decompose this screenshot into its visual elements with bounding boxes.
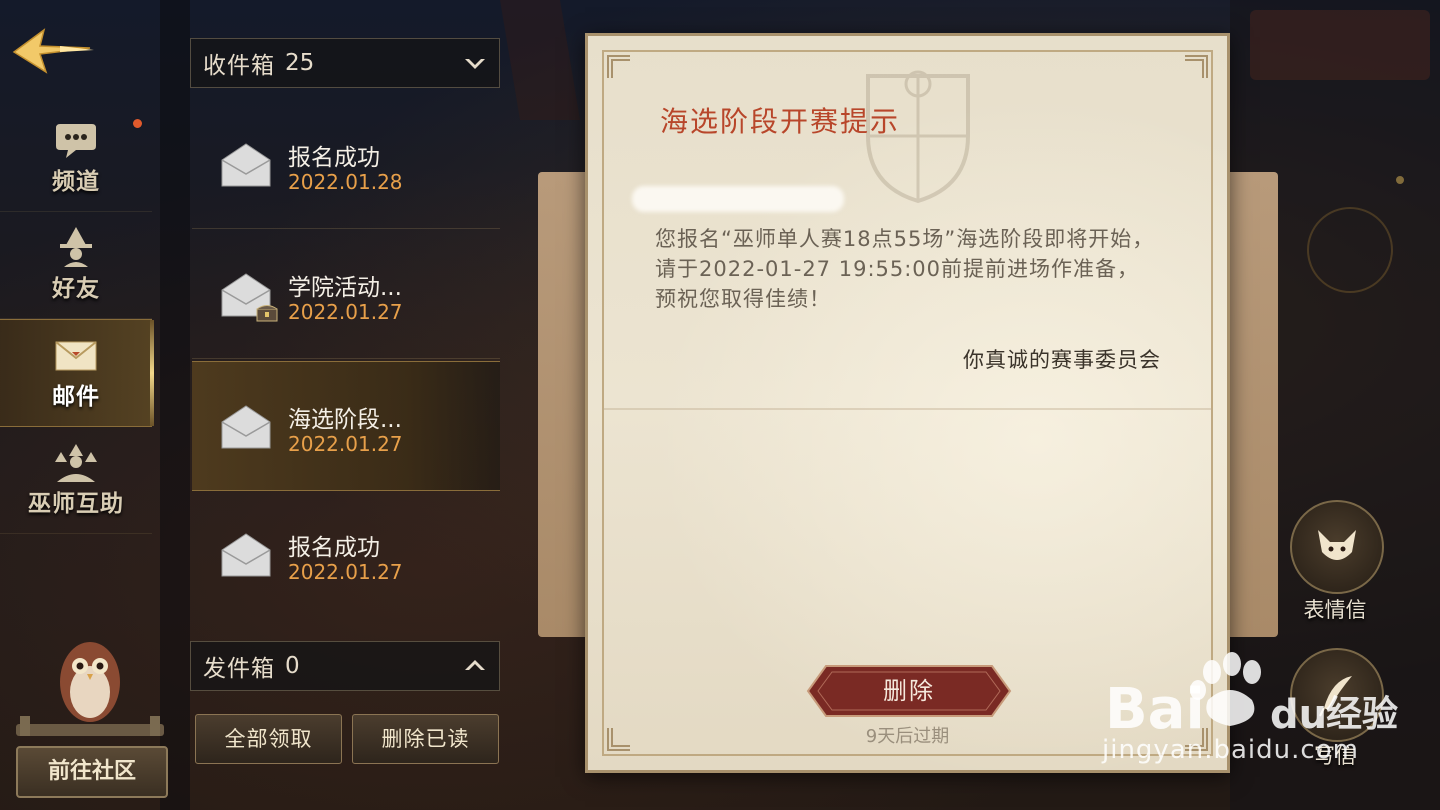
chat-bubble-icon [53, 120, 99, 160]
nav-label: 邮件 [52, 384, 100, 410]
side-nav: 频道 好友 邮件 巫师互助 [0, 105, 154, 534]
mail-title: 报名成功 [288, 535, 380, 561]
mail-title: 学院活动... [288, 275, 402, 301]
nav-label: 好友 [52, 276, 100, 302]
inbox-label: 收件箱 [203, 53, 275, 79]
letter-signature: 你真诚的赛事委员会 [963, 348, 1161, 372]
envelope-icon [53, 335, 99, 375]
envelope-read-icon [220, 530, 272, 578]
letter-body: 您报名“巫师单人赛18点55场”海选阶段即将开始，请于2022-01-27 19… [655, 227, 1155, 311]
outbox-count: 0 [285, 653, 300, 679]
emoji-letter-label: 表情信 [1303, 598, 1367, 622]
delete-button[interactable]: 删除 [806, 664, 1012, 718]
chevron-down-icon [463, 53, 487, 73]
wizard-icon [53, 227, 99, 267]
nav-item-friends[interactable]: 好友 [0, 212, 152, 319]
claim-all-button[interactable]: 全部领取 [195, 714, 342, 764]
outbox-label: 发件箱 [203, 656, 275, 682]
wizard-group-icon [53, 442, 99, 482]
chevron-up-icon [463, 656, 487, 676]
mail-date: 2022.01.27 [288, 432, 403, 456]
notification-dot [133, 119, 142, 128]
mail-title: 海选阶段... [288, 407, 402, 433]
mail-date: 2022.01.28 [288, 170, 403, 194]
outbox-header[interactable]: 发件箱 0 [190, 641, 500, 691]
mail-title: 报名成功 [288, 145, 380, 171]
owl-icon [16, 642, 164, 736]
corner-ornament-icon [607, 55, 630, 78]
nav-item-mail[interactable]: 邮件 [0, 319, 154, 427]
mail-list-item[interactable]: 报名成功 2022.01.28 [192, 100, 500, 229]
svg-text:经验: 经验 [1326, 694, 1398, 735]
letter-title: 海选阶段开赛提示 [660, 105, 901, 138]
letter-fold-line [602, 408, 1213, 410]
inbox-count: 25 [285, 50, 315, 76]
mail-date: 2022.01.27 [288, 560, 403, 584]
redacted-recipient [632, 186, 844, 212]
mail-date: 2022.01.27 [288, 300, 403, 324]
delete-read-button[interactable]: 删除已读 [352, 714, 499, 764]
community-label[interactable]: 前往社区 [16, 746, 168, 798]
svg-text:Bai: Bai [1105, 677, 1205, 742]
nav-item-wizard-help[interactable]: 巫师互助 [0, 427, 152, 534]
mail-list-item-selected[interactable]: 海选阶段... 2022.01.27 [192, 361, 500, 491]
nav-item-channel[interactable]: 频道 [0, 105, 152, 212]
svg-text:du: du [1270, 692, 1327, 738]
corner-ornament-icon [1185, 55, 1208, 78]
nav-label: 巫师互助 [28, 491, 124, 517]
mail-list-item[interactable]: 学院活动... 2022.01.27 [192, 230, 500, 359]
emoji-letter-button[interactable] [1290, 500, 1384, 594]
delete-label: 删除 [883, 677, 935, 705]
back-button[interactable] [10, 20, 100, 80]
treasure-chest-icon [256, 304, 278, 322]
inbox-header[interactable]: 收件箱 25 [190, 38, 500, 88]
fox-face-icon [1318, 530, 1356, 560]
watermark-url: jingyan.baidu.com [1102, 735, 1359, 765]
nav-label: 频道 [52, 169, 100, 195]
envelope-read-icon [220, 140, 272, 188]
envelope-read-icon [220, 402, 272, 450]
mail-list-item[interactable]: 报名成功 2022.01.27 [192, 490, 500, 618]
